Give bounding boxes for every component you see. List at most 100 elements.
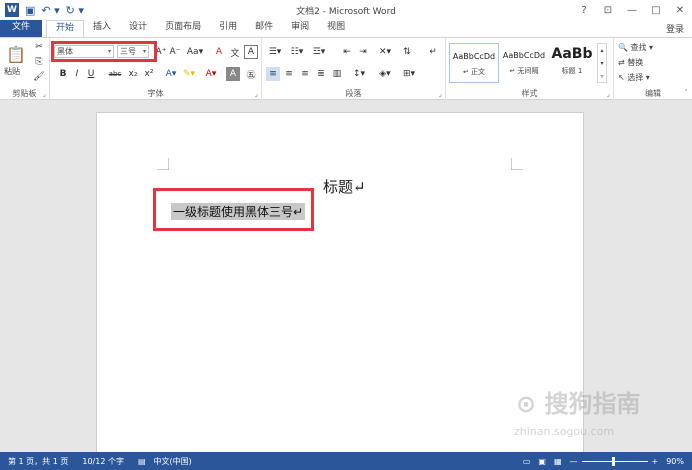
web-layout-icon[interactable]: ▦ (554, 457, 562, 466)
character-border-icon[interactable]: A (244, 45, 258, 59)
multilevel-list-icon[interactable]: ☲▾ (310, 45, 328, 59)
watermark-url: zhinan.sogou.com (514, 425, 615, 438)
binoculars-icon: 🔍 (618, 43, 628, 52)
underline-icon[interactable]: U (84, 67, 98, 81)
proofing-icon[interactable]: ▤ (138, 457, 146, 466)
tab-design[interactable]: 设计 (120, 20, 156, 37)
increase-indent-icon[interactable]: ⇥ (356, 45, 370, 59)
align-right-icon[interactable]: ≡ (298, 67, 312, 81)
save-icon[interactable]: ▣ (25, 4, 35, 17)
redo-icon[interactable]: ↻ ▾ (66, 4, 84, 17)
highlight-color-icon[interactable]: ✎▾ (182, 67, 196, 81)
tab-layout[interactable]: 页面布局 (156, 20, 210, 37)
strikethrough-icon[interactable]: abc (106, 67, 124, 81)
paragraph-group: ☰▾ ☷▾ ☲▾ ⇤ ⇥ ✕▾ ⇅ ↵ ≡ ≡ ≡ ≣ ▥ ↕▾ ◈▾ ⊞▾ 段… (262, 38, 446, 100)
select-cursor-icon: ↖ (618, 73, 625, 82)
sort-icon[interactable]: ⇅ (400, 45, 414, 59)
zoom-in-icon[interactable]: + (652, 457, 659, 466)
restore-button[interactable]: □ (644, 0, 668, 20)
superscript-icon[interactable]: x² (142, 67, 156, 81)
tab-references[interactable]: 引用 (210, 20, 246, 37)
tab-view[interactable]: 视图 (318, 20, 354, 37)
clear-formatting-icon[interactable]: A (212, 45, 226, 59)
shrink-font-icon[interactable]: A⁻ (168, 45, 182, 59)
word-app-icon: W (5, 3, 19, 17)
paste-button-label[interactable]: 粘贴 (4, 66, 20, 77)
borders-icon[interactable]: ⊞▾ (400, 67, 418, 81)
style-no-spacing-name: ↵ 无间隔 (509, 67, 539, 75)
phonetic-guide-icon[interactable]: 文 (228, 45, 242, 59)
replace-icon: ⇄ (618, 58, 625, 67)
format-painter-icon[interactable]: 🖌 (32, 70, 46, 84)
cut-icon[interactable]: ✂ (32, 40, 46, 54)
language[interactable]: 中文(中国) (154, 456, 192, 467)
shading-icon[interactable]: ◈▾ (376, 67, 394, 81)
ribbon-tabs: 文件 开始 插入 设计 页面布局 引用 邮件 审阅 视图 (0, 20, 692, 37)
crop-mark-top-left (157, 158, 169, 170)
style-normal[interactable]: AaBbCcDd ↵ 正文 (449, 43, 499, 83)
subscript-icon[interactable]: x₂ (126, 67, 140, 81)
replace-label: 替换 (627, 58, 644, 67)
quick-access-toolbar: W ▣ ↶ ▾ ↻ ▾ (0, 3, 84, 17)
style-heading-1[interactable]: AaBb 标题 1 (549, 43, 595, 83)
zoom-out-icon[interactable]: — (570, 457, 578, 466)
distributed-icon[interactable]: ▥ (330, 67, 344, 81)
ribbon-display-button[interactable]: ⊡ (596, 0, 620, 20)
undo-icon[interactable]: ↶ ▾ (41, 4, 59, 17)
close-button[interactable]: ✕ (668, 0, 692, 20)
copy-icon[interactable]: ⎘ (32, 55, 46, 69)
select-button[interactable]: ↖ 选择 ▾ (618, 72, 650, 83)
font-color-icon[interactable]: A▾ (204, 67, 218, 81)
paragraph-launcher-icon[interactable]: ⌟ (439, 90, 442, 98)
tab-home[interactable]: 开始 (46, 20, 85, 37)
justify-icon[interactable]: ≣ (314, 67, 328, 81)
style-heading-1-name: 标题 1 (561, 67, 583, 75)
text-effects-icon[interactable]: A▾ (164, 67, 178, 81)
zoom-level[interactable]: 90% (666, 457, 684, 466)
bold-icon[interactable]: B (56, 67, 70, 81)
print-layout-icon[interactable]: ▣ (538, 457, 546, 466)
minimize-button[interactable]: — (620, 0, 644, 20)
numbering-icon[interactable]: ☷▾ (288, 45, 306, 59)
align-center-icon[interactable]: ≡ (282, 67, 296, 81)
tab-file[interactable]: 文件 (0, 20, 43, 37)
tab-review[interactable]: 审阅 (282, 20, 318, 37)
bullets-icon[interactable]: ☰▾ (266, 45, 284, 59)
chinese-layout-icon[interactable]: ✕▾ (376, 45, 394, 59)
zoom-slider[interactable] (581, 456, 648, 466)
tab-insert[interactable]: 插入 (84, 20, 120, 37)
font-launcher-icon[interactable]: ⌟ (255, 90, 258, 98)
help-button[interactable]: ? (572, 0, 596, 20)
styles-scroll[interactable]: ▴ ▾ ▿ (597, 43, 607, 83)
style-normal-name: ↵ 正文 (462, 68, 486, 76)
clipboard-launcher-icon[interactable]: ⌟ (43, 90, 46, 98)
window-controls: ? ⊡ — □ ✕ (572, 0, 692, 20)
styles-launcher-icon[interactable]: ⌟ (607, 90, 610, 98)
read-mode-icon[interactable]: ▭ (523, 457, 531, 466)
decrease-indent-icon[interactable]: ⇤ (340, 45, 354, 59)
crop-mark-top-right (511, 158, 523, 170)
zoom-slider-thumb[interactable] (611, 456, 615, 466)
character-shading-icon[interactable]: A (226, 67, 240, 81)
paste-icon[interactable]: 📋 (6, 44, 26, 64)
heading-paragraph[interactable]: 标题↵ (323, 176, 366, 197)
tab-mailings[interactable]: 邮件 (246, 20, 282, 37)
find-button[interactable]: 🔍 查找 ▾ (618, 42, 653, 53)
replace-button[interactable]: ⇄ 替换 (618, 57, 643, 68)
enclose-characters-icon[interactable]: ㊄ (244, 67, 258, 81)
line-spacing-icon[interactable]: ↕▾ (350, 67, 368, 81)
font-combo-highlight (51, 41, 157, 62)
styles-group-label: 样式 (521, 89, 538, 98)
word-count[interactable]: 10/12 个字 (82, 456, 124, 467)
document-page[interactable]: 标题↵ 一级标题使用黑体三号↵ (96, 112, 584, 457)
sign-in-link[interactable]: 登录 (666, 22, 684, 35)
change-case-icon[interactable]: Aa▾ (186, 45, 204, 59)
italic-icon[interactable]: I (70, 67, 84, 81)
align-left-icon[interactable]: ≡ (266, 67, 280, 81)
show-marks-icon[interactable]: ↵ (426, 45, 440, 59)
style-no-spacing[interactable]: AaBbCcDd ↵ 无间隔 (499, 43, 549, 83)
clipboard-group: 📋 粘贴 ✂ ⎘ 🖌 剪贴板 ⌟ (0, 38, 50, 100)
collapse-ribbon-icon[interactable]: ˄ (685, 89, 689, 97)
document-canvas: 标题↵ 一级标题使用黑体三号↵ ⊙ 搜狗指南 zhinan.sogou.com (0, 101, 692, 457)
page-count[interactable]: 第 1 页，共 1 页 (8, 456, 68, 467)
